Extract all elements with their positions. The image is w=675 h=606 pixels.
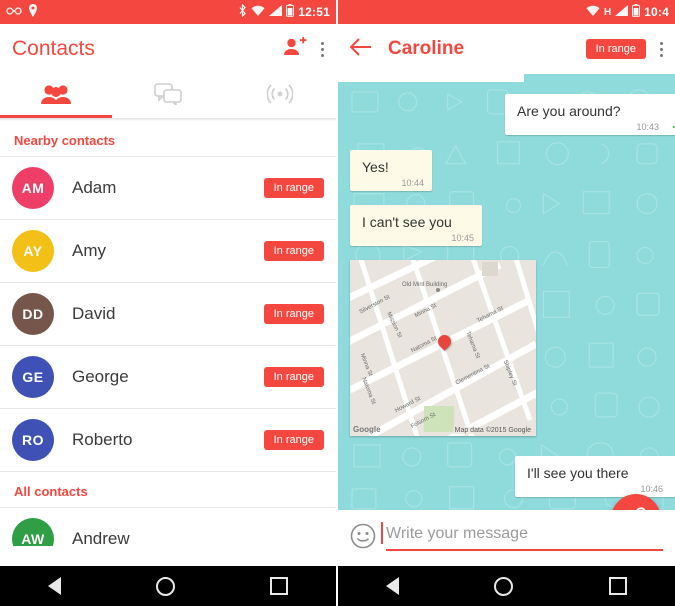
list-item[interactable]: DD David In range — [0, 283, 336, 345]
avatar: GE — [12, 356, 54, 398]
message-text: Yes! — [362, 159, 389, 175]
back-icon[interactable] — [385, 577, 399, 595]
message-text: Are you around? — [517, 103, 621, 119]
message-input[interactable]: Write your message — [381, 522, 663, 551]
tab-indicator — [0, 115, 112, 118]
contact-name: George — [72, 367, 129, 386]
back-icon[interactable] — [47, 577, 61, 595]
screenshot-root: 12:51 Contacts Nearby contacts AM Adam I… — [0, 0, 675, 606]
list-item[interactable]: AY Amy In range — [0, 220, 336, 282]
read-receipt-icon: ✓ — [671, 121, 675, 132]
thread-top-edge — [338, 74, 524, 82]
android-nav-bar-left — [0, 566, 336, 606]
people-icon — [41, 83, 71, 110]
map-label: Old Mint Building — [402, 282, 448, 288]
pin-icon — [28, 4, 38, 20]
message-time: 10:46 — [640, 484, 663, 494]
map-logo: Google — [353, 425, 381, 434]
message-bubble-outgoing[interactable]: I can't see you 10:45 — [350, 205, 482, 246]
message-bubble-incoming[interactable]: Are you around? 10:43 ✓ — [505, 94, 675, 135]
android-nav-bar-right — [338, 566, 675, 606]
add-person-icon[interactable] — [283, 36, 307, 62]
avatar: AY — [12, 230, 54, 272]
avatar: AM — [12, 167, 54, 209]
contacts-list[interactable]: Nearby contacts AM Adam In range AY Amy … — [0, 121, 336, 546]
message-placeholder: Write your message — [386, 525, 528, 542]
signal-icon — [615, 5, 629, 19]
message-thread[interactable]: Are you around? 10:43 ✓ Yes! 10:44 I can… — [338, 74, 675, 516]
message-composer: Write your message — [338, 510, 675, 566]
list-item[interactable]: AW Andrew — [0, 508, 336, 546]
list-item[interactable]: GE George In range — [0, 346, 336, 408]
tab-contacts[interactable] — [0, 74, 112, 118]
h-network-icon: H — [603, 6, 612, 18]
bluetooth-icon — [238, 3, 247, 20]
radar-icon — [266, 82, 294, 111]
recents-icon[interactable] — [609, 577, 628, 595]
chat-bubbles-icon — [154, 82, 182, 110]
status-bar-left: 12:51 — [0, 0, 336, 24]
emoji-icon[interactable] — [350, 523, 376, 554]
contacts-screen: 12:51 Contacts Nearby contacts AM Adam I… — [0, 0, 336, 606]
contacts-app-bar: Contacts — [0, 24, 336, 74]
contact-name: Andrew — [72, 529, 130, 546]
section-header-all: All contacts — [14, 484, 88, 499]
message-bubble-incoming[interactable]: I'll see you there 10:46 — [515, 456, 675, 497]
avatar: DD — [12, 293, 54, 335]
contact-name: David — [72, 304, 116, 323]
status-clock-left: 12:51 — [298, 5, 330, 19]
section-header-nearby: Nearby contacts — [14, 133, 116, 148]
message-time: 10:43 — [636, 122, 659, 132]
tab-radar[interactable] — [224, 74, 336, 118]
contact-name: Adam — [72, 178, 117, 197]
overflow-menu-icon[interactable] — [660, 41, 663, 57]
status-badge: In range — [263, 430, 324, 450]
message-bubble-outgoing[interactable]: Yes! 10:44 — [350, 150, 432, 191]
chat-title: Caroline — [388, 38, 465, 59]
signal-icon — [269, 5, 283, 19]
avatar: RO — [12, 419, 54, 461]
overflow-menu-icon[interactable] — [321, 41, 324, 57]
status-badge: In range — [263, 178, 324, 198]
message-text: I'll see you there — [527, 465, 629, 481]
status-bar-right: H 10:4 — [338, 0, 675, 24]
wifi-icon — [251, 5, 265, 19]
status-badge: In range — [263, 241, 324, 261]
home-icon[interactable] — [494, 576, 514, 596]
contact-name: Amy — [72, 241, 106, 260]
recents-icon[interactable] — [270, 577, 289, 595]
status-badge: In range — [263, 367, 324, 387]
map-attribution: Map data ©2015 Google — [452, 427, 533, 434]
home-icon[interactable] — [155, 576, 175, 596]
list-item[interactable]: AM Adam In range — [0, 157, 336, 219]
infinity-icon — [6, 5, 22, 20]
message-text: I can't see you — [362, 214, 452, 230]
list-item[interactable]: RO Roberto In range — [0, 409, 336, 471]
tab-chats[interactable] — [112, 74, 224, 118]
contacts-tabs — [0, 74, 336, 118]
text-caret — [381, 522, 383, 544]
range-chip: In range — [585, 39, 646, 59]
message-time: 10:45 — [451, 233, 474, 243]
contact-name: Roberto — [72, 430, 133, 449]
wifi-icon — [586, 5, 600, 19]
battery-icon — [286, 4, 295, 20]
map-message[interactable]: Old Mint Building Silverston St Mission … — [350, 260, 536, 436]
page-title: Contacts — [12, 37, 95, 60]
chat-screen: H 10:4 Caroline In range Are you around?… — [338, 0, 675, 606]
status-clock-right: 10:4 — [644, 5, 669, 19]
avatar: AW — [12, 518, 54, 546]
battery-icon — [632, 4, 641, 20]
message-time: 10:44 — [401, 178, 424, 188]
chat-app-bar: Caroline In range — [338, 24, 675, 74]
back-arrow-icon[interactable] — [349, 37, 372, 61]
status-badge: In range — [263, 304, 324, 324]
